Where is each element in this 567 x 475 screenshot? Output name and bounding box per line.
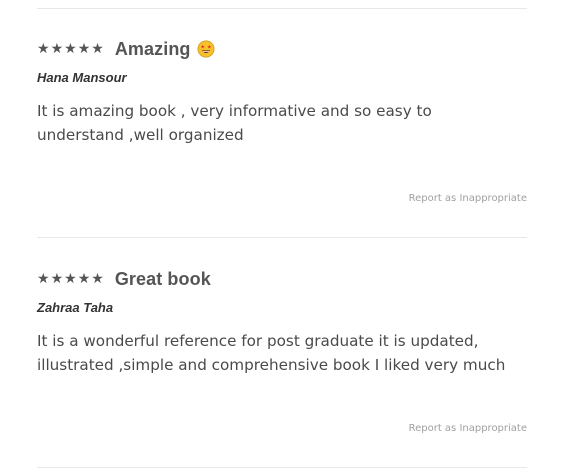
- star-icon: ★: [37, 271, 50, 287]
- reviewer-name: Hana Mansour: [37, 70, 127, 85]
- star-icon: ★: [37, 41, 50, 57]
- divider-top: [37, 8, 527, 9]
- review-header: ★ ★ ★ ★ ★ Great book: [37, 267, 529, 291]
- review-item: ★ ★ ★ ★ ★ Amazing Hana Mansour It is ama…: [37, 37, 529, 205]
- divider-bottom: [37, 467, 527, 468]
- star-icon: ★: [50, 271, 64, 287]
- review-title: Great book: [114, 268, 211, 289]
- star-struck-emoji-icon: [197, 40, 214, 58]
- star-icon: ★: [50, 41, 64, 57]
- report-inappropriate-link[interactable]: Report as Inappropriate: [409, 193, 527, 204]
- review-item: ★ ★ ★ ★ ★ Great book Zahraa Taha It is a…: [37, 267, 529, 435]
- star-icon: ★: [64, 271, 77, 287]
- star-icon: ★: [91, 271, 104, 287]
- divider: [37, 237, 527, 238]
- star-rating: ★ ★ ★ ★ ★: [37, 272, 104, 286]
- star-icon: ★: [91, 41, 104, 57]
- star-icon: ★: [64, 41, 77, 57]
- review-header: ★ ★ ★ ★ ★ Amazing: [37, 37, 529, 61]
- report-inappropriate-link[interactable]: Report as Inappropriate: [409, 423, 527, 434]
- review-title: Amazing: [114, 38, 191, 59]
- star-rating: ★ ★ ★ ★ ★: [37, 42, 104, 56]
- reviewer-name: Zahraa Taha: [37, 300, 114, 315]
- review-text: It is a wonderful reference for post gra…: [37, 332, 506, 374]
- star-icon: ★: [77, 271, 91, 287]
- review-text: It is amazing book , very informative an…: [37, 102, 432, 144]
- star-icon: ★: [77, 41, 91, 57]
